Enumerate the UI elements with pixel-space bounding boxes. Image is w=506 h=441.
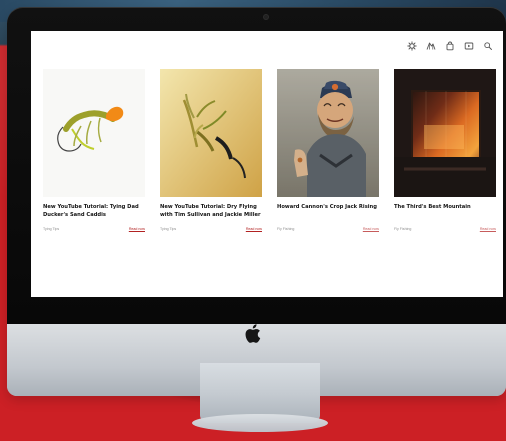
article-image	[160, 69, 262, 197]
article-title[interactable]: New YouTube Tutorial: Tying Dad Ducker's…	[43, 203, 145, 226]
read-link[interactable]: Read now	[363, 227, 379, 232]
article-category: Tying Tips	[43, 227, 60, 231]
article-card[interactable]: The Third's Best Mountain Fly Fishing Re…	[394, 69, 496, 232]
video-icon[interactable]	[464, 41, 474, 51]
read-link[interactable]: Read now	[129, 227, 145, 232]
search-icon[interactable]	[483, 41, 493, 51]
article-meta: Fly Fishing Read now	[277, 227, 379, 232]
article-image	[394, 69, 496, 197]
article-image	[43, 69, 145, 197]
article-category: Tying Tips	[160, 227, 177, 231]
read-link[interactable]: Read now	[246, 227, 262, 232]
read-link[interactable]: Read now	[480, 227, 496, 232]
product-scene: New YouTube Tutorial: Tying Dad Ducker's…	[0, 0, 506, 441]
article-card[interactable]: Howard Cannon's Crop Jack Rising Fly Fis…	[277, 69, 379, 232]
shopping-bag-icon[interactable]	[445, 41, 455, 51]
article-meta: Tying Tips Read now	[43, 227, 145, 232]
article-title[interactable]: Howard Cannon's Crop Jack Rising	[277, 203, 379, 226]
map-icon[interactable]	[426, 41, 436, 51]
monitor-stand-base	[192, 414, 328, 432]
article-image	[277, 69, 379, 197]
article-title[interactable]: The Third's Best Mountain	[394, 203, 496, 226]
article-grid: New YouTube Tutorial: Tying Dad Ducker's…	[43, 69, 496, 232]
article-title[interactable]: New YouTube Tutorial: Dry Flying with Ti…	[160, 203, 262, 226]
article-meta: Tying Tips Read now	[160, 227, 262, 232]
top-navigation-icons	[407, 41, 493, 51]
article-category: Fly Fishing	[277, 227, 295, 231]
article-category: Fly Fishing	[394, 227, 412, 231]
website-screen: New YouTube Tutorial: Tying Dad Ducker's…	[31, 31, 503, 297]
article-meta: Fly Fishing Read now	[394, 227, 496, 232]
apple-logo-icon	[242, 322, 264, 346]
settings-icon[interactable]	[407, 41, 417, 51]
article-card[interactable]: New YouTube Tutorial: Dry Flying with Ti…	[160, 69, 262, 232]
article-card[interactable]: New YouTube Tutorial: Tying Dad Ducker's…	[43, 69, 145, 232]
camera-icon	[264, 15, 268, 19]
